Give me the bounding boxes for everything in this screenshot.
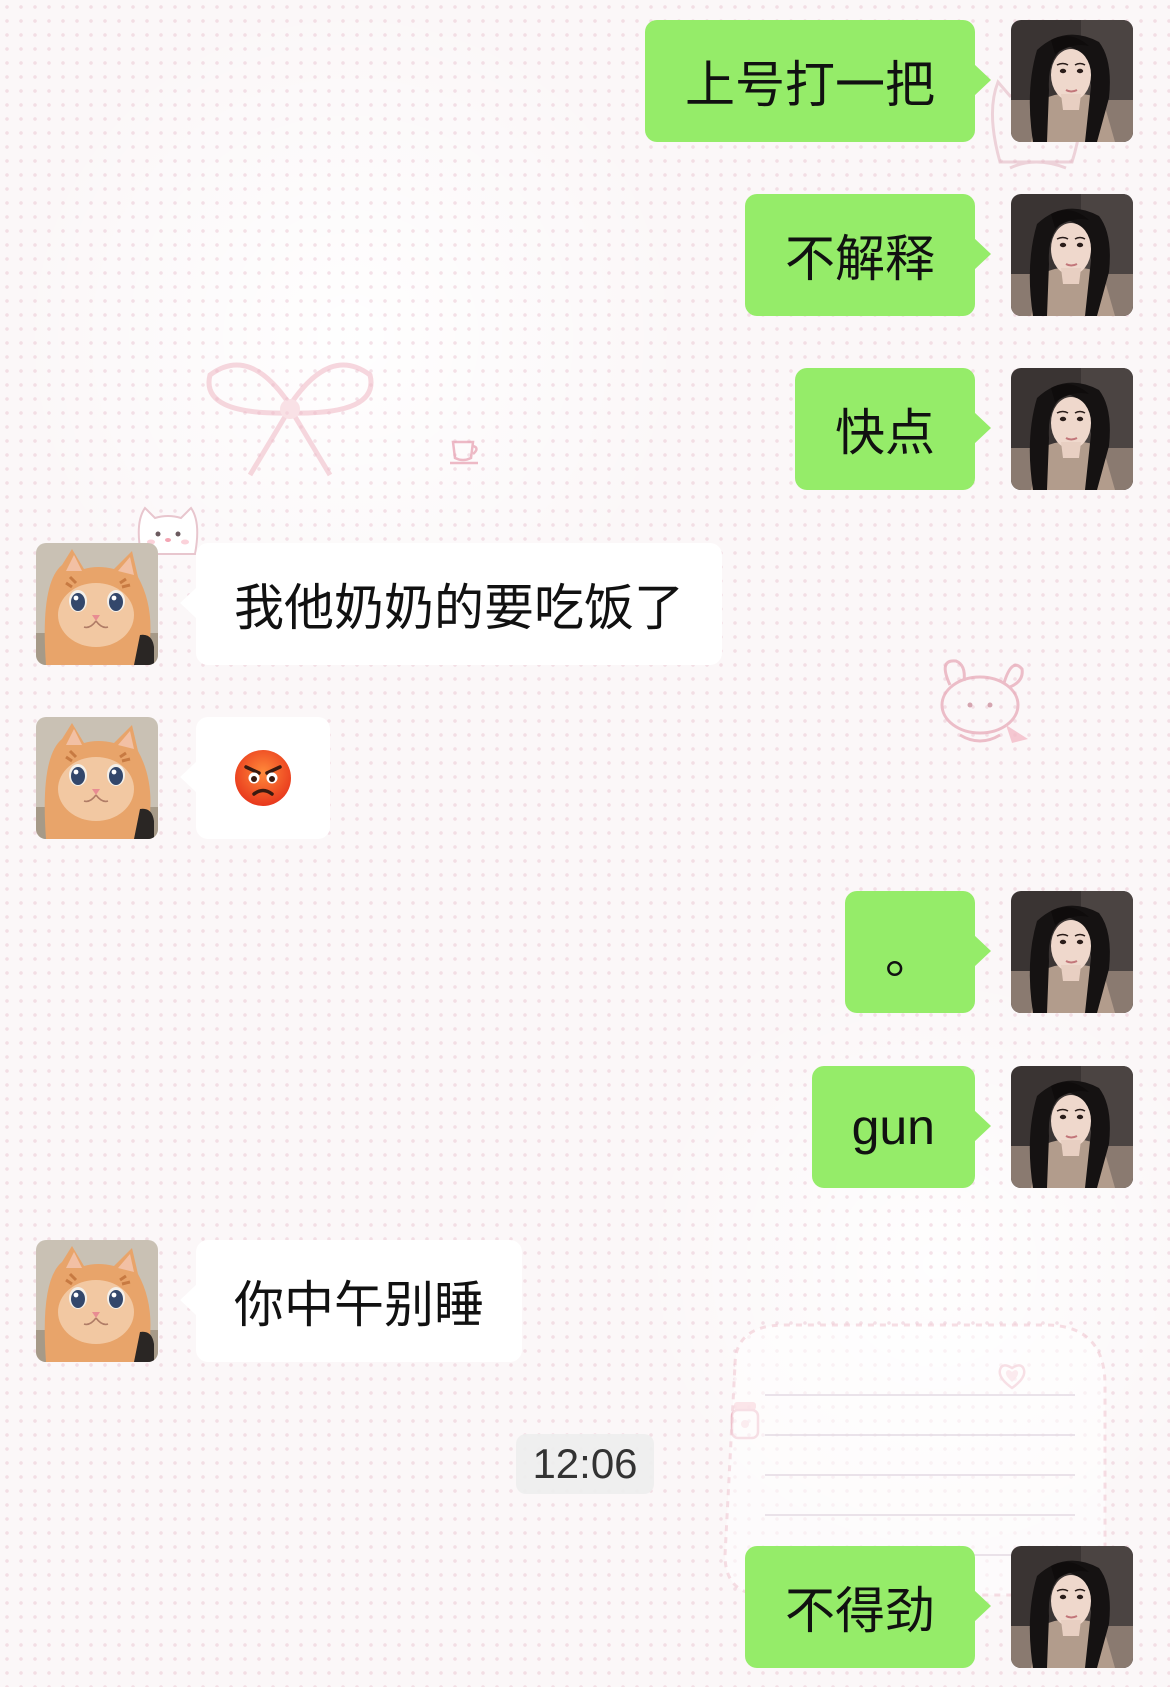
message-row-received: 你中午别睡 xyxy=(0,1240,1170,1362)
kitten-icon xyxy=(36,717,158,839)
sent-message-bubble[interactable]: 上号打一把 xyxy=(645,20,991,142)
message-text: 我他奶奶的要吃饭了 xyxy=(234,579,684,637)
angry-face-icon xyxy=(235,750,291,806)
received-message-bubble[interactable]: 你中午别睡 xyxy=(180,1240,522,1362)
message-row-received: 我他奶奶的要吃饭了 xyxy=(0,543,1170,665)
message-text: 上号打一把 xyxy=(685,56,935,114)
friend-avatar[interactable] xyxy=(36,717,158,839)
message-text: 快点 xyxy=(835,404,935,462)
message-text: gun xyxy=(851,1099,935,1155)
friend-avatar[interactable] xyxy=(36,1240,158,1362)
girl-portrait-icon xyxy=(1011,20,1133,142)
message-row-sent: 不得劲 xyxy=(0,1546,1170,1668)
message-row-sent: 。 xyxy=(0,891,1170,1013)
sent-message-bubble[interactable]: 。 xyxy=(845,891,991,1013)
my-avatar[interactable] xyxy=(1011,1546,1133,1668)
friend-avatar[interactable] xyxy=(36,543,158,665)
sent-message-bubble[interactable]: gun xyxy=(811,1066,992,1188)
my-avatar[interactable] xyxy=(1011,20,1133,142)
message-row-sent: 不解释 xyxy=(0,194,1170,316)
sent-message-bubble[interactable]: 快点 xyxy=(795,368,991,490)
girl-portrait-icon xyxy=(1011,194,1133,316)
received-message-bubble[interactable] xyxy=(180,717,330,839)
message-row-sent: 上号打一把 xyxy=(0,20,1170,142)
message-text: 。 xyxy=(885,927,935,985)
girl-portrait-icon xyxy=(1011,891,1133,1013)
message-text: 不解释 xyxy=(785,230,935,288)
girl-portrait-icon xyxy=(1011,368,1133,490)
sent-message-bubble[interactable]: 不得劲 xyxy=(745,1546,991,1668)
message-row-received xyxy=(0,717,1170,839)
sent-message-bubble[interactable]: 不解释 xyxy=(745,194,991,316)
message-row-sent: gun xyxy=(0,1066,1170,1188)
my-avatar[interactable] xyxy=(1011,194,1133,316)
received-message-bubble[interactable]: 我他奶奶的要吃饭了 xyxy=(180,543,722,665)
kitten-icon xyxy=(36,543,158,665)
message-text: 不得劲 xyxy=(785,1582,935,1640)
my-avatar[interactable] xyxy=(1011,1066,1133,1188)
girl-portrait-icon xyxy=(1011,1546,1133,1668)
message-timestamp: 12:06 xyxy=(516,1434,654,1494)
message-row-sent: 快点 xyxy=(0,368,1170,490)
girl-portrait-icon xyxy=(1011,1066,1133,1188)
timestamp-row: 12:06 xyxy=(0,1434,1170,1494)
kitten-icon xyxy=(36,1240,158,1362)
message-text: 你中午别睡 xyxy=(234,1276,484,1334)
my-avatar[interactable] xyxy=(1011,891,1133,1013)
my-avatar[interactable] xyxy=(1011,368,1133,490)
heart-decoration xyxy=(998,1364,1026,1390)
